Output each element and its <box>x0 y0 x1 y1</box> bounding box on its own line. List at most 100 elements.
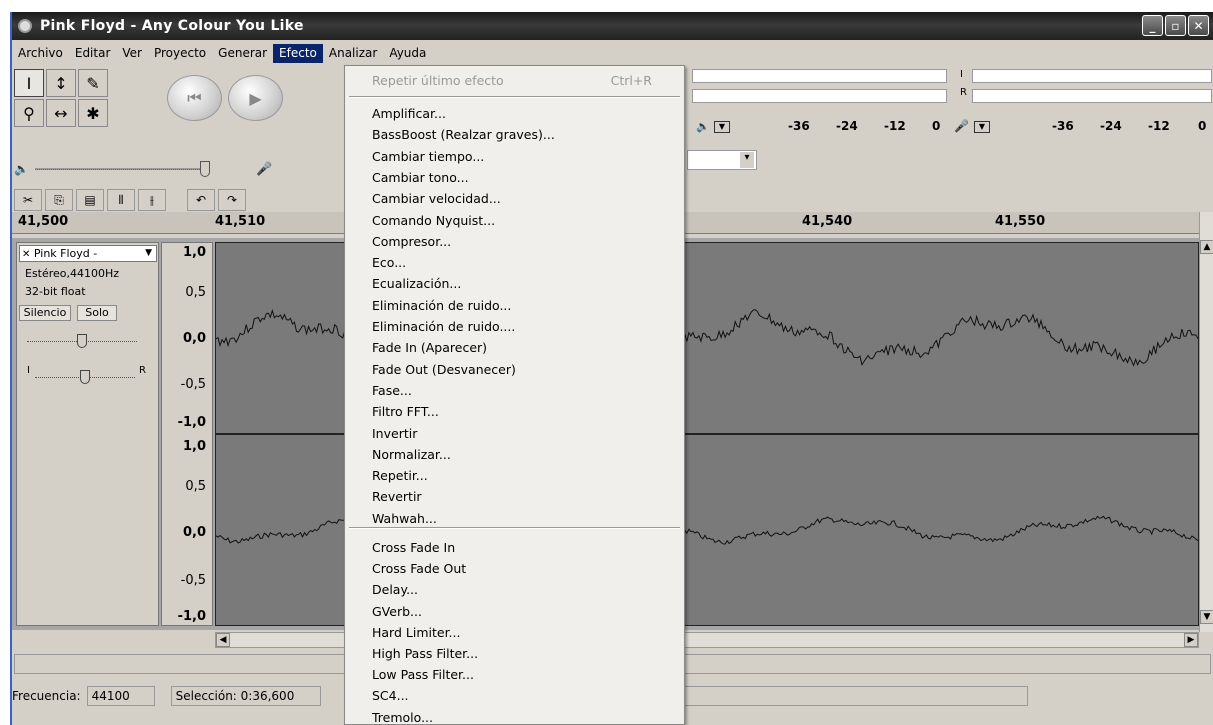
menu-item-effect[interactable]: Hard Limiter... <box>372 625 460 640</box>
menu-ayuda[interactable]: Ayuda <box>383 44 432 63</box>
track-format-label: 32-bit float <box>25 285 86 298</box>
record-meter-tick: -24 <box>1100 119 1122 133</box>
scroll-right-icon[interactable]: ▶ <box>1184 633 1198 647</box>
play-meter-dropdown-icon[interactable]: ▼ <box>714 121 730 133</box>
timeshift-tool-icon[interactable]: ↔ <box>46 99 76 127</box>
menu-item-effect[interactable]: Amplificar... <box>372 106 446 121</box>
menu-item-effect[interactable]: SC4... <box>372 688 409 703</box>
menu-editar[interactable]: Editar <box>69 44 117 63</box>
scale-label: 0,0 <box>182 331 206 346</box>
play-meter-bottom <box>692 89 947 103</box>
scroll-left-icon[interactable]: ◀ <box>216 633 230 647</box>
menu-item-effect[interactable]: Comando Nyquist... <box>372 213 495 228</box>
mic-meter-icon[interactable]: 🎤 <box>954 119 969 133</box>
toolbar-area: I ↕ ✎ ⚲ ↔ ✱ ⏮ ▶ 🔈 🎤 ✂ ⎘ ▤ ⫴ ⫲ ↶ ↷ <box>12 67 347 211</box>
ruler-label: 41,500 <box>18 214 69 229</box>
track-close-icon[interactable]: ✕ <box>22 249 30 260</box>
play-button[interactable]: ▶ <box>228 75 283 121</box>
scale-label: 0,5 <box>185 479 206 494</box>
minimize-button[interactable]: _ <box>1142 15 1163 36</box>
menu-item-effect[interactable]: Repetir... <box>372 468 428 483</box>
device-select[interactable] <box>687 150 757 170</box>
menu-item-repeat-last[interactable]: Repetir último efecto <box>372 73 504 88</box>
menu-item-effect[interactable]: Cambiar velocidad... <box>372 191 501 206</box>
redo-button[interactable]: ↷ <box>218 189 246 211</box>
menu-item-effect[interactable]: Compresor... <box>372 234 451 249</box>
pan-slider[interactable] <box>35 370 135 384</box>
mute-button[interactable]: Silencio <box>19 305 71 321</box>
menu-item-effect[interactable]: Revertir <box>372 489 422 504</box>
vertical-scrollbar[interactable]: ▲ ▼ <box>1199 212 1213 632</box>
paste-button[interactable]: ▤ <box>76 189 104 211</box>
close-button[interactable]: ✕ <box>1188 15 1209 36</box>
silence-button[interactable]: ⫲ <box>138 189 166 211</box>
menu-item-effect[interactable]: Fade Out (Desvanecer) <box>372 362 516 377</box>
track-menu-icon[interactable]: ▼ <box>145 246 152 261</box>
selection-tool-icon[interactable]: I <box>14 69 44 97</box>
effect-menu-dropdown: Repetir último efecto Ctrl+R Amplificar.… <box>344 65 685 725</box>
menu-item-effect[interactable]: Cross Fade Out <box>372 561 466 576</box>
record-meter-tick: 0 <box>1198 119 1207 133</box>
play-meter-tick: 0 <box>932 119 941 133</box>
menu-generar[interactable]: Generar <box>212 44 273 63</box>
menu-item-effect[interactable]: Ecualización... <box>372 276 461 291</box>
menu-item-effect[interactable]: High Pass Filter... <box>372 646 478 661</box>
menu-bar: Archivo Editar Ver Proyecto Generar Efec… <box>12 43 1213 64</box>
multi-tool-icon[interactable]: ✱ <box>78 99 108 127</box>
track-name-dropdown[interactable]: ✕ Pink Floyd - ▼ <box>19 245 157 262</box>
output-volume-slider[interactable] <box>34 161 210 177</box>
draw-tool-icon[interactable]: ✎ <box>78 69 108 97</box>
menu-item-effect[interactable]: Eliminación de ruido.... <box>372 319 515 334</box>
scroll-up-icon[interactable]: ▲ <box>1200 240 1213 254</box>
transport-toolbar: ⏮ ▶ <box>167 75 283 121</box>
tools-toolbar: I ↕ ✎ ⚲ ↔ ✱ <box>14 69 108 127</box>
menu-proyecto[interactable]: Proyecto <box>148 44 212 63</box>
scroll-down-icon[interactable]: ▼ <box>1200 610 1213 624</box>
envelope-tool-icon[interactable]: ↕ <box>46 69 76 97</box>
menu-item-effect[interactable]: Tremolo... <box>372 710 433 724</box>
cut-button[interactable]: ✂ <box>14 189 42 211</box>
trim-button[interactable]: ⫴ <box>107 189 135 211</box>
menu-item-effect[interactable]: Cross Fade In <box>372 540 455 555</box>
ruler-label: 41,540 <box>802 214 853 229</box>
undo-button[interactable]: ↶ <box>187 189 215 211</box>
menu-item-effect[interactable]: Eliminación de ruido... <box>372 298 511 313</box>
menu-item-effect[interactable]: Wahwah... <box>372 511 437 526</box>
solo-button[interactable]: Solo <box>77 305 117 321</box>
speaker-icon: 🔈 <box>14 162 29 176</box>
pan-right-label: R <box>139 365 146 376</box>
window-controls: _ ▫ ✕ <box>1142 15 1209 36</box>
menu-item-effect[interactable]: GVerb... <box>372 604 422 619</box>
pan-slider-thumb[interactable] <box>80 370 90 384</box>
speaker-meter-icon[interactable]: 🔈 <box>696 120 710 133</box>
menu-item-effect[interactable]: Normalizar... <box>372 447 451 462</box>
menu-item-effect[interactable]: Cambiar tono... <box>372 170 469 185</box>
copy-button[interactable]: ⎘ <box>45 189 73 211</box>
gain-slider[interactable] <box>27 334 137 348</box>
menu-efecto[interactable]: Efecto <box>273 44 323 63</box>
menu-item-effect[interactable]: Filtro FFT... <box>372 404 439 419</box>
menu-item-effect[interactable]: Fade In (Aparecer) <box>372 340 487 355</box>
menu-item-effect[interactable]: Eco... <box>372 255 406 270</box>
menu-item-effect[interactable]: BassBoost (Realzar graves)... <box>372 127 555 142</box>
menu-item-effect[interactable]: Fase... <box>372 383 412 398</box>
skip-start-button[interactable]: ⏮ <box>167 75 222 121</box>
gain-slider-thumb[interactable] <box>77 334 87 348</box>
menu-item-effect[interactable]: Low Pass Filter... <box>372 667 474 682</box>
window-title: Pink Floyd - Any Colour You Like <box>40 18 304 34</box>
menu-analizar[interactable]: Analizar <box>323 44 383 63</box>
menu-item-effect[interactable]: Cambiar tiempo... <box>372 149 484 164</box>
rate-label: Frecuencia: <box>12 689 81 703</box>
output-volume-thumb[interactable] <box>199 161 210 177</box>
zoom-tool-icon[interactable]: ⚲ <box>14 99 44 127</box>
record-meter-dropdown-icon[interactable]: ▼ <box>974 121 990 133</box>
menu-item-effect[interactable]: Delay... <box>372 582 418 597</box>
record-meter-bottom <box>972 89 1212 103</box>
maximize-button[interactable]: ▫ <box>1165 15 1186 36</box>
menu-archivo[interactable]: Archivo <box>12 44 69 63</box>
rate-value-field[interactable]: 44100 <box>86 686 155 706</box>
selection-readout: Selección: 0:36,600 <box>170 686 321 706</box>
menu-item-effect[interactable]: Invertir <box>372 426 417 441</box>
menu-ver[interactable]: Ver <box>116 44 148 63</box>
meter-left-label: I <box>960 69 963 80</box>
